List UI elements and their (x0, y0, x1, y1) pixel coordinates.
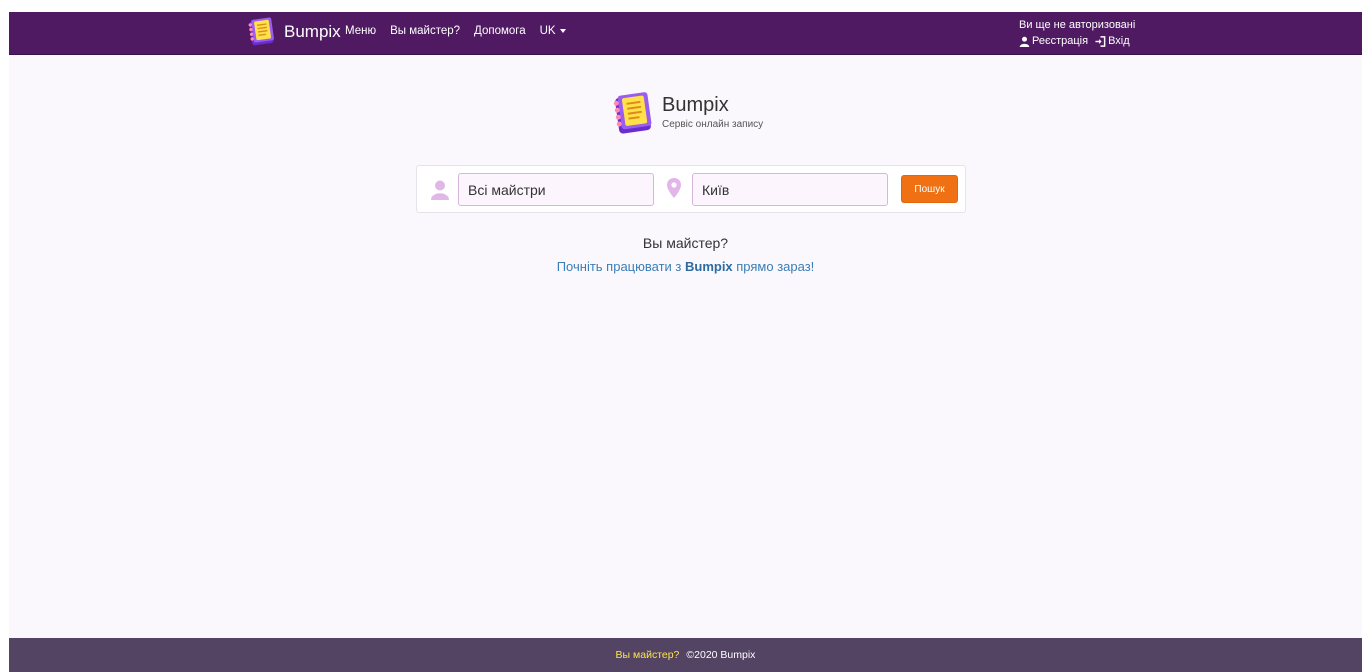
promo-link-brand: Bumpix (684, 259, 733, 274)
brand-name: Bumpix (284, 21, 341, 41)
login-icon (1095, 36, 1106, 47)
language-label: UK (539, 25, 556, 37)
login-label: Вхід (1108, 35, 1130, 47)
hero-text: Bumpix Сервіс онлайн запису (662, 94, 763, 130)
notebook-logo-icon (248, 17, 274, 46)
footer-master-link[interactable]: Вы майстер? (616, 649, 680, 661)
auth-links: Реєстрація Вхід (1019, 34, 1135, 49)
nav-item-help[interactable]: Допомога (474, 25, 526, 37)
main-menu: Меню Вы майстер? Допомога UK (345, 25, 580, 37)
hero-title: Bumpix (662, 94, 729, 116)
search-button[interactable]: Пошук (901, 175, 958, 203)
register-label: Реєстрація (1032, 35, 1089, 47)
auth-status: Ви ще не авторизовані (1019, 19, 1136, 31)
nav-item-master[interactable]: Вы майстер? (390, 25, 460, 37)
map-marker-icon (667, 178, 681, 198)
hero-subtitle: Сервіс онлайн запису (662, 119, 764, 130)
master-search-input[interactable]: Всі майстри (458, 173, 654, 206)
footer: Вы майстер? ©2020 Bumpix (9, 638, 1362, 672)
notebook-logo-icon (613, 92, 652, 134)
promo-link[interactable]: Почніть працювати з Bumpix прямо зараз! (9, 259, 1362, 274)
hero-logo-block: Bumpix Сервіс онлайн запису (609, 90, 763, 136)
page-frame: Bumpix Меню Вы майстер? Допомога UK Ви щ… (9, 12, 1362, 672)
user-icon (431, 180, 449, 200)
city-search-input[interactable]: Київ (692, 173, 888, 206)
caret-down-icon (559, 29, 566, 33)
footer-copyright: ©2020 Bumpix (686, 649, 756, 661)
brand[interactable]: Bumpix (245, 16, 341, 47)
login-link[interactable]: Вхід (1095, 34, 1130, 49)
promo-question: Вы майстер? (642, 235, 729, 251)
top-navbar: Bumpix Меню Вы майстер? Допомога UK Ви щ… (9, 12, 1362, 55)
user-icon (1019, 36, 1030, 47)
promo-link-suffix: прямо зараз! (732, 259, 815, 274)
language-dropdown[interactable]: UK (540, 25, 566, 37)
nav-item-menu[interactable]: Меню (345, 25, 376, 37)
promo-link-prefix: Почніть працювати з (556, 259, 685, 274)
search-panel: Всі майстри Київ Пошук (416, 165, 966, 213)
auth-block: Ви ще не авторизовані Реєстрація Вхід (1019, 18, 1135, 49)
register-link[interactable]: Реєстрація (1019, 34, 1088, 49)
